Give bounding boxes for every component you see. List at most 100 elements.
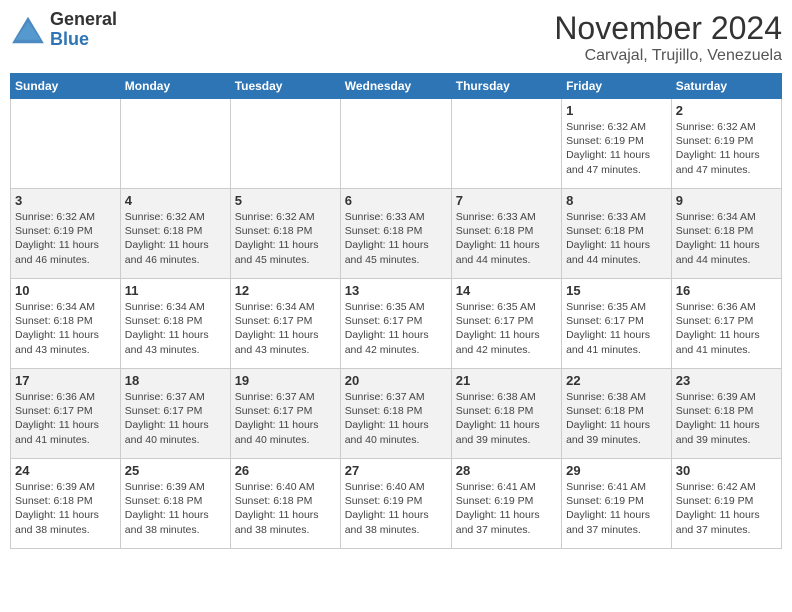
day-number: 9 bbox=[676, 193, 777, 208]
day-info: Sunrise: 6:32 AM Sunset: 6:19 PM Dayligh… bbox=[15, 210, 116, 267]
calendar-cell: 27 Sunrise: 6:40 AM Sunset: 6:19 PM Dayli… bbox=[340, 459, 451, 549]
calendar-row: 17 Sunrise: 6:36 AM Sunset: 6:17 PM Dayli… bbox=[11, 369, 782, 459]
day-info: Sunrise: 6:41 AM Sunset: 6:19 PM Dayligh… bbox=[566, 480, 667, 537]
day-info: Sunrise: 6:32 AM Sunset: 6:18 PM Dayligh… bbox=[125, 210, 226, 267]
day-number: 27 bbox=[345, 463, 447, 478]
calendar-cell: 21Sunrise: 6:38 AM Sunset: 6:18 PM Dayli… bbox=[451, 369, 561, 459]
header-cell-friday: Friday bbox=[562, 74, 672, 99]
day-info: Sunrise: 6:39 AM Sunset: 6:18 PM Dayligh… bbox=[15, 480, 116, 537]
day-info: Sunrise: 6:34 AM Sunset: 6:18 PM Dayligh… bbox=[125, 300, 226, 357]
title-block: November 2024 Carvajal, Trujillo, Venezu… bbox=[554, 10, 782, 65]
day-number: 5 bbox=[235, 193, 336, 208]
calendar-cell: 5Sunrise: 6:32 AM Sunset: 6:18 PM Daylig… bbox=[230, 189, 340, 279]
day-number: 16 bbox=[676, 283, 777, 298]
calendar-cell: 11 Sunrise: 6:34 AM Sunset: 6:18 PM Dayli… bbox=[120, 279, 230, 369]
day-number: 1 bbox=[566, 103, 667, 118]
calendar-cell bbox=[120, 99, 230, 189]
day-number: 25 bbox=[125, 463, 226, 478]
day-number: 10 bbox=[15, 283, 116, 298]
calendar-cell: 3Sunrise: 6:32 AM Sunset: 6:19 PM Daylig… bbox=[11, 189, 121, 279]
calendar-cell: 16Sunrise: 6:36 AM Sunset: 6:17 PM Dayli… bbox=[671, 279, 781, 369]
calendar-row: 1 Sunrise: 6:32 AM Sunset: 6:19 PM Daylig… bbox=[11, 99, 782, 189]
calendar-table: SundayMondayTuesdayWednesdayThursdayFrid… bbox=[10, 73, 782, 549]
day-number: 4 bbox=[125, 193, 226, 208]
day-number: 21 bbox=[456, 373, 557, 388]
day-number: 13 bbox=[345, 283, 447, 298]
header-cell-saturday: Saturday bbox=[671, 74, 781, 99]
calendar-cell: 29 Sunrise: 6:41 AM Sunset: 6:19 PM Dayli… bbox=[562, 459, 672, 549]
day-number: 26 bbox=[235, 463, 336, 478]
day-number: 2 bbox=[676, 103, 777, 118]
calendar-cell bbox=[11, 99, 121, 189]
day-number: 11 bbox=[125, 283, 226, 298]
day-number: 14 bbox=[456, 283, 557, 298]
day-number: 30 bbox=[676, 463, 777, 478]
day-number: 24 bbox=[15, 463, 116, 478]
day-number: 17 bbox=[15, 373, 116, 388]
calendar-header: SundayMondayTuesdayWednesdayThursdayFrid… bbox=[11, 74, 782, 99]
day-info: Sunrise: 6:37 AM Sunset: 6:18 PM Dayligh… bbox=[345, 390, 447, 447]
day-info: Sunrise: 6:35 AM Sunset: 6:17 PM Dayligh… bbox=[566, 300, 667, 357]
calendar-cell: 20 Sunrise: 6:37 AM Sunset: 6:18 PM Dayli… bbox=[340, 369, 451, 459]
logo-text: General Blue bbox=[50, 10, 117, 50]
header-cell-monday: Monday bbox=[120, 74, 230, 99]
calendar-cell bbox=[451, 99, 561, 189]
calendar-row: 10 Sunrise: 6:34 AM Sunset: 6:18 PM Dayli… bbox=[11, 279, 782, 369]
calendar-cell: 19 Sunrise: 6:37 AM Sunset: 6:17 PM Dayli… bbox=[230, 369, 340, 459]
day-number: 23 bbox=[676, 373, 777, 388]
day-info: Sunrise: 6:37 AM Sunset: 6:17 PM Dayligh… bbox=[125, 390, 226, 447]
page-subtitle: Carvajal, Trujillo, Venezuela bbox=[554, 47, 782, 65]
day-number: 15 bbox=[566, 283, 667, 298]
calendar-cell: 4 Sunrise: 6:32 AM Sunset: 6:18 PM Daylig… bbox=[120, 189, 230, 279]
calendar-cell: 17 Sunrise: 6:36 AM Sunset: 6:17 PM Dayli… bbox=[11, 369, 121, 459]
day-info: Sunrise: 6:32 AM Sunset: 6:19 PM Dayligh… bbox=[566, 120, 667, 177]
day-number: 20 bbox=[345, 373, 447, 388]
calendar-cell: 15 Sunrise: 6:35 AM Sunset: 6:17 PM Dayli… bbox=[562, 279, 672, 369]
calendar-cell bbox=[340, 99, 451, 189]
calendar-cell: 13 Sunrise: 6:35 AM Sunset: 6:17 PM Dayli… bbox=[340, 279, 451, 369]
day-info: Sunrise: 6:33 AM Sunset: 6:18 PM Dayligh… bbox=[345, 210, 447, 267]
day-number: 28 bbox=[456, 463, 557, 478]
calendar-cell: 2 Sunrise: 6:32 AM Sunset: 6:19 PM Daylig… bbox=[671, 99, 781, 189]
calendar-cell: 10Sunrise: 6:34 AM Sunset: 6:18 PM Dayli… bbox=[11, 279, 121, 369]
calendar-row: 24 Sunrise: 6:39 AM Sunset: 6:18 PM Dayli… bbox=[11, 459, 782, 549]
day-info: Sunrise: 6:33 AM Sunset: 6:18 PM Dayligh… bbox=[456, 210, 557, 267]
calendar-row: 3Sunrise: 6:32 AM Sunset: 6:19 PM Daylig… bbox=[11, 189, 782, 279]
day-info: Sunrise: 6:34 AM Sunset: 6:18 PM Dayligh… bbox=[676, 210, 777, 267]
day-number: 19 bbox=[235, 373, 336, 388]
day-info: Sunrise: 6:34 AM Sunset: 6:17 PM Dayligh… bbox=[235, 300, 336, 357]
day-info: Sunrise: 6:38 AM Sunset: 6:18 PM Dayligh… bbox=[566, 390, 667, 447]
calendar-cell: 24 Sunrise: 6:39 AM Sunset: 6:18 PM Dayli… bbox=[11, 459, 121, 549]
calendar-cell: 7Sunrise: 6:33 AM Sunset: 6:18 PM Daylig… bbox=[451, 189, 561, 279]
day-info: Sunrise: 6:42 AM Sunset: 6:19 PM Dayligh… bbox=[676, 480, 777, 537]
header-cell-wednesday: Wednesday bbox=[340, 74, 451, 99]
day-info: Sunrise: 6:35 AM Sunset: 6:17 PM Dayligh… bbox=[456, 300, 557, 357]
calendar-cell: 30 Sunrise: 6:42 AM Sunset: 6:19 PM Dayli… bbox=[671, 459, 781, 549]
header-cell-thursday: Thursday bbox=[451, 74, 561, 99]
day-number: 29 bbox=[566, 463, 667, 478]
day-number: 18 bbox=[125, 373, 226, 388]
calendar-cell: 22 Sunrise: 6:38 AM Sunset: 6:18 PM Dayli… bbox=[562, 369, 672, 459]
calendar-cell bbox=[230, 99, 340, 189]
calendar-cell: 26Sunrise: 6:40 AM Sunset: 6:18 PM Dayli… bbox=[230, 459, 340, 549]
calendar-cell: 18 Sunrise: 6:37 AM Sunset: 6:17 PM Dayli… bbox=[120, 369, 230, 459]
day-number: 22 bbox=[566, 373, 667, 388]
day-info: Sunrise: 6:41 AM Sunset: 6:19 PM Dayligh… bbox=[456, 480, 557, 537]
day-info: Sunrise: 6:40 AM Sunset: 6:19 PM Dayligh… bbox=[345, 480, 447, 537]
day-info: Sunrise: 6:35 AM Sunset: 6:17 PM Dayligh… bbox=[345, 300, 447, 357]
day-number: 6 bbox=[345, 193, 447, 208]
day-number: 12 bbox=[235, 283, 336, 298]
calendar-cell: 14 Sunrise: 6:35 AM Sunset: 6:17 PM Dayli… bbox=[451, 279, 561, 369]
page-header: General Blue November 2024 Carvajal, Tru… bbox=[10, 10, 782, 65]
calendar-cell: 9 Sunrise: 6:34 AM Sunset: 6:18 PM Daylig… bbox=[671, 189, 781, 279]
calendar-cell: 23 Sunrise: 6:39 AM Sunset: 6:18 PM Dayli… bbox=[671, 369, 781, 459]
day-info: Sunrise: 6:36 AM Sunset: 6:17 PM Dayligh… bbox=[15, 390, 116, 447]
day-info: Sunrise: 6:37 AM Sunset: 6:17 PM Dayligh… bbox=[235, 390, 336, 447]
day-info: Sunrise: 6:39 AM Sunset: 6:18 PM Dayligh… bbox=[676, 390, 777, 447]
page-title: November 2024 bbox=[554, 10, 782, 47]
logo: General Blue bbox=[10, 10, 117, 50]
header-cell-sunday: Sunday bbox=[11, 74, 121, 99]
header-row: SundayMondayTuesdayWednesdayThursdayFrid… bbox=[11, 74, 782, 99]
day-info: Sunrise: 6:39 AM Sunset: 6:18 PM Dayligh… bbox=[125, 480, 226, 537]
day-info: Sunrise: 6:32 AM Sunset: 6:19 PM Dayligh… bbox=[676, 120, 777, 177]
